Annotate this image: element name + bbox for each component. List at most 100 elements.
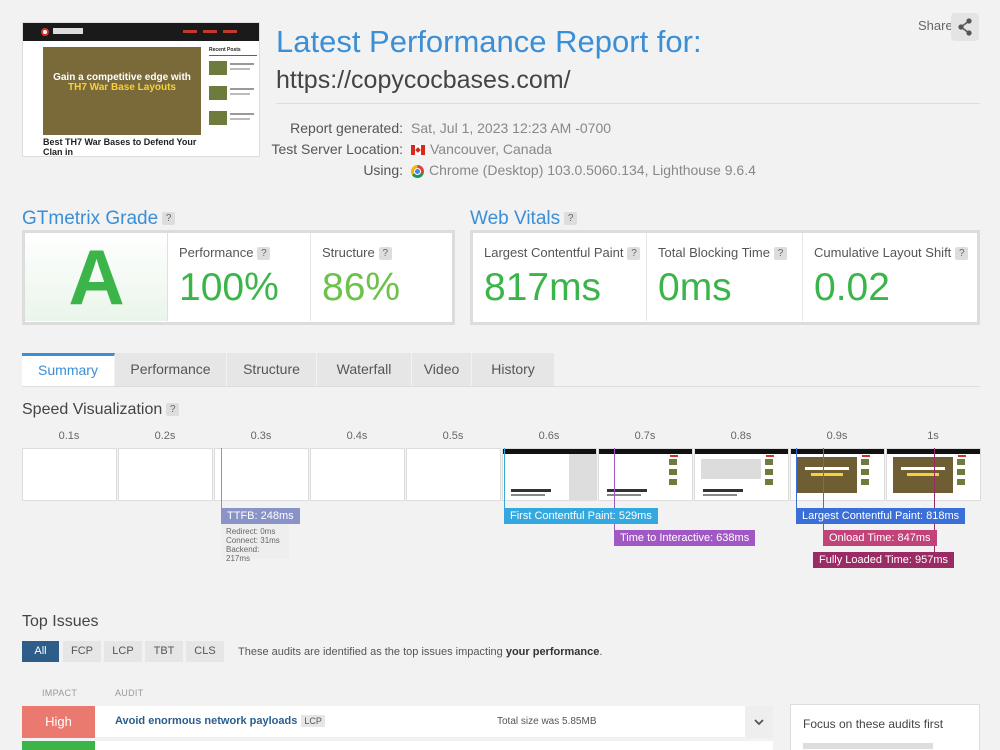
audit-name-wrap: Avoid enormous network payloads LCP (115, 715, 325, 728)
filmstrip-frame[interactable] (502, 448, 597, 501)
lcp-badge: LCP (301, 715, 325, 728)
filter-cls[interactable]: CLS (186, 641, 224, 662)
tab-history[interactable]: History (472, 353, 555, 386)
focus-title: Focus on these audits first (803, 717, 944, 731)
filmstrip-frame[interactable] (790, 448, 885, 501)
structure-value: 86% (322, 266, 401, 309)
page-screenshot-thumbnail[interactable]: Gain a competitive edge with TH7 War Bas… (22, 22, 260, 157)
note-prefix: These audits are identified as the top i… (238, 646, 506, 658)
lcp-metric: Largest Contentful Paint? 817ms (473, 233, 647, 321)
impact-badge: High (22, 706, 95, 738)
sidebar-post (209, 59, 259, 81)
issue-row[interactable]: High Avoid enormous network payloads LCP … (22, 706, 773, 738)
help-icon[interactable]: ? (257, 247, 271, 261)
impact-badge (22, 741, 95, 750)
cls-label-wrap: Cumulative Layout Shift? (814, 245, 969, 261)
timeline-tick: 0.7s (634, 430, 656, 442)
share-button[interactable] (951, 13, 979, 41)
top-issues-note: These audits are identified as the top i… (238, 646, 602, 658)
note-bold: your performance (505, 646, 600, 658)
speed-visualization-heading: Speed Visualization? (22, 401, 180, 419)
onload-marker[interactable]: Onload Time: 847ms (823, 530, 937, 546)
thumbnail-caption: Best TH7 War Bases to Defend Your Clan i… (43, 137, 197, 157)
thumbnail-hero-image: Gain a competitive edge with TH7 War Bas… (43, 47, 201, 135)
filmstrip-frame[interactable] (118, 448, 213, 501)
fully-loaded-marker[interactable]: Fully Loaded Time: 957ms (813, 552, 955, 568)
chevron-down-icon (754, 719, 764, 726)
chrome-icon (411, 164, 424, 178)
cls-value: 0.02 (814, 266, 890, 309)
report-url[interactable]: https://copycocbases.com/ (276, 66, 571, 95)
lcp-marker[interactable]: Largest Contentful Paint: 818ms (796, 508, 966, 524)
thumbnail-sidebar-title: Recent Posts (209, 47, 241, 53)
report-tabs: Summary Performance Structure Waterfall … (22, 353, 555, 386)
timeline-tick: 1s (927, 430, 939, 442)
ttfb-marker[interactable]: TTFB: 248ms (221, 508, 300, 524)
timeline-tick: 0.8s (730, 430, 752, 442)
tab-summary[interactable]: Summary (22, 353, 115, 386)
using-label: Using: (363, 162, 403, 178)
tbt-metric: Total Blocking Time? 0ms (647, 233, 803, 321)
help-icon[interactable]: ? (627, 247, 641, 261)
structure-label-wrap: Structure? (322, 245, 392, 261)
impact-column-header: IMPACT (42, 688, 78, 698)
timeline-tick: 0.4s (346, 430, 368, 442)
cls-label: Cumulative Layout Shift (814, 245, 952, 260)
timeline-tick: 0.9s (826, 430, 848, 442)
filmstrip-frame[interactable] (694, 448, 789, 501)
filmstrip-frame[interactable] (310, 448, 405, 501)
filter-tbt[interactable]: TBT (145, 641, 183, 662)
help-icon[interactable]: ? (166, 403, 180, 417)
note-suffix: . (599, 646, 603, 658)
fcp-marker[interactable]: First Contentful Paint: 529ms (504, 508, 658, 524)
connect-time: Connect: 31ms (226, 536, 280, 545)
timeline-tick: 0.5s (442, 430, 464, 442)
tab-structure[interactable]: Structure (227, 353, 317, 386)
thumbnail-nav (23, 23, 259, 41)
help-icon[interactable]: ? (955, 247, 969, 261)
report-generated-label: Report generated: (290, 120, 403, 136)
server-location-value: Vancouver, Canada (430, 141, 552, 157)
share-icon (958, 18, 972, 36)
lcp-label: Largest Contentful Paint (484, 245, 624, 260)
site-logo-text (53, 28, 83, 34)
filmstrip-frame[interactable] (22, 448, 117, 501)
tbt-value: 0ms (658, 266, 732, 309)
share-label: Share (918, 18, 953, 33)
tab-waterfall[interactable]: Waterfall (317, 353, 412, 386)
gtmetrix-grade-heading: GTmetrix Grade? (22, 208, 176, 230)
expand-button[interactable] (745, 706, 773, 738)
issue-row[interactable] (22, 741, 773, 750)
timeline-tick: 0.6s (538, 430, 560, 442)
menu-line (223, 30, 237, 33)
lcp-marker-line (796, 448, 797, 511)
help-icon[interactable]: ? (162, 212, 176, 226)
tab-performance[interactable]: Performance (115, 353, 227, 386)
filmstrip-frame[interactable] (214, 448, 309, 501)
cls-metric: Cumulative Layout Shift? 0.02 (803, 233, 977, 321)
tab-video[interactable]: Video (412, 353, 472, 386)
filter-fcp[interactable]: FCP (63, 641, 101, 662)
tti-marker[interactable]: Time to Interactive: 638ms (614, 530, 756, 546)
web-vitals-heading: Web Vitals? (470, 208, 578, 230)
thumbnail-sidebar: Recent Posts (209, 47, 259, 131)
help-icon[interactable]: ? (774, 247, 787, 261)
redirect-time: Redirect: 0ms (226, 527, 276, 536)
timeline-tick: 0.3s (250, 430, 272, 442)
tabs-divider (22, 386, 980, 387)
filter-all[interactable]: All (22, 641, 59, 662)
help-icon[interactable]: ? (378, 247, 392, 261)
page-title: Latest Performance Report for: (276, 24, 702, 59)
filter-lcp[interactable]: LCP (104, 641, 142, 662)
performance-metric: Performance? 100% (168, 233, 311, 321)
filmstrip-frame[interactable] (598, 448, 693, 501)
filmstrip-frame[interactable] (406, 448, 501, 501)
menu-line (203, 30, 217, 33)
lcp-value: 817ms (484, 266, 602, 309)
report-generated-value: Sat, Jul 1, 2023 12:23 AM -0700 (411, 120, 612, 136)
server-location-value-wrap: Vancouver, Canada (411, 141, 552, 157)
help-icon[interactable]: ? (564, 212, 578, 226)
audit-detail: Total size was 5.85MB (497, 716, 597, 727)
timeline-tick: 0.2s (154, 430, 176, 442)
audit-name[interactable]: Avoid enormous network payloads (115, 715, 297, 727)
